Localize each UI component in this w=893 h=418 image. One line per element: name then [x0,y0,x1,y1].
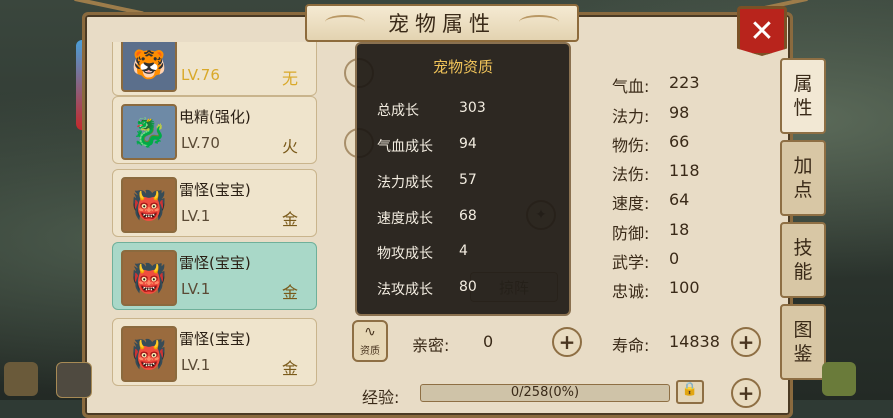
stat-mp-value: 98 [669,103,690,122]
aptitude-label: 物攻成长 [377,246,433,262]
tab-label: 图 鉴 [793,319,813,365]
tab-label: 属 性 [793,73,813,119]
tab-add-points[interactable]: 加 点 [780,140,826,216]
stat-loyalty-value: 100 [669,278,700,297]
hud-character-icon[interactable] [4,362,38,396]
stat-defense-label: 防御: [612,224,650,243]
stat-phys-dmg-value: 66 [669,132,690,151]
intimacy-plus-button[interactable]: + [552,327,582,357]
aptitude-popup: 宠物资质 总成长 303 气血成长 94 法力成长 57 速度成长 68 物攻成… [355,42,571,316]
tab-label: 技 能 [793,237,813,283]
aptitude-label: 速度成长 [377,211,433,227]
aptitude-label: 法力成长 [377,175,433,191]
intimacy-label: 亲密: [412,336,450,355]
pet-list-item[interactable]: 👹 雷怪(宝宝) LV.1 金 [112,318,317,386]
exp-progress-bar: 0/258(0%) [420,384,670,402]
aptitude-label: 法攻成长 [377,282,433,298]
lifespan-plus-button[interactable]: + [731,327,761,357]
pet-list-item[interactable]: 🐯 LV.76 无 [112,42,317,96]
pet-name: 雷怪(宝宝) [179,181,251,199]
pet-level: LV.1 [181,207,211,225]
window-title: 宠物属性 [305,4,579,42]
stat-martial-value: 0 [669,249,680,268]
pet-avatar: 👹 [121,250,177,306]
aptitude-label: 气血成长 [377,139,433,155]
stat-magic-dmg-label: 法伤: [612,165,650,184]
aptitude-value: 80 [459,279,477,295]
chat-icon[interactable] [56,362,92,398]
hud-event-icon[interactable] [822,362,856,396]
pet-name: 电精(强化) [179,108,251,126]
pet-name: 雷怪(宝宝) [179,330,251,348]
pet-list-item[interactable]: 🐉 电精(强化) LV.70 火 [112,96,317,164]
tab-label: 加 点 [793,155,813,201]
aptitude-label: 总成长 [377,103,419,119]
tab-skills[interactable]: 技 能 [780,222,826,298]
intimacy-value: 0 [483,332,494,351]
pet-element: 金 [281,210,298,229]
exp-plus-button[interactable]: + [731,378,761,408]
pet-element: 火 [281,137,298,156]
popup-title: 宠物资质 [432,58,493,76]
pet-list-item[interactable]: 👹 雷怪(宝宝) LV.1 金 [112,169,317,237]
pet-level: LV.1 [181,356,211,374]
aptitude-value: 303 [459,100,486,116]
title-left-ornament [325,15,365,29]
exp-progress-text: 0/258(0%) [510,385,580,400]
stat-mp-label: 法力: [612,107,650,126]
exp-label: 经验: [362,388,400,407]
plus-icon: + [737,330,755,354]
lifespan-value: 14838 [669,332,720,351]
pet-element: 金 [281,359,298,378]
pet-list: 🐯 LV.76 无 🐉 电精(强化) LV.70 火 👹 雷怪(宝宝) LV.1… [112,42,317,400]
aptitude-value: 57 [459,172,477,188]
pet-avatar: 🐉 [121,104,177,160]
stat-speed-value: 64 [669,190,690,209]
pet-avatar: 🐯 [121,42,177,92]
tab-encyclopedia[interactable]: 图 鉴 [780,304,826,380]
pet-name: 雷怪(宝宝) [179,254,251,272]
tab-attributes[interactable]: 属 性 [780,58,826,134]
pet-avatar: 👹 [121,177,177,233]
pet-level: LV.70 [181,134,220,152]
aptitude-button[interactable]: ∿ 资质 [352,320,388,362]
pet-level: LV.76 [181,66,220,84]
pet-level: LV.1 [181,280,211,298]
stat-speed-label: 速度: [612,194,650,213]
stat-hp-label: 气血: [612,77,650,96]
aptitude-value: 4 [459,243,468,259]
close-button[interactable]: ✕ [737,6,787,56]
stat-martial-label: 武学: [612,253,650,272]
stat-phys-dmg-label: 物伤: [612,136,650,155]
aptitude-button-label: 资质 [360,346,380,357]
pulse-icon: ∿ [364,324,376,340]
pet-element: 金 [281,283,298,302]
title-right-ornament [519,15,559,29]
stat-defense-value: 18 [669,220,690,239]
pet-element: 无 [281,69,298,88]
stat-loyalty-label: 忠诚: [612,282,650,301]
pet-list-item-selected[interactable]: 👹 雷怪(宝宝) LV.1 金 [112,242,317,310]
aptitude-value: 94 [459,136,477,152]
plus-icon: + [737,381,755,405]
lock-icon[interactable]: 🔒 [676,380,704,404]
stat-magic-dmg-value: 118 [669,161,700,180]
plus-icon: + [558,330,576,354]
window-title-text: 宠物属性 [388,12,496,36]
lifespan-label: 寿命: [612,336,650,355]
close-icon: ✕ [749,13,775,49]
pet-avatar: 👹 [121,326,177,382]
aptitude-value: 68 [459,208,477,224]
stat-hp-value: 223 [669,73,700,92]
